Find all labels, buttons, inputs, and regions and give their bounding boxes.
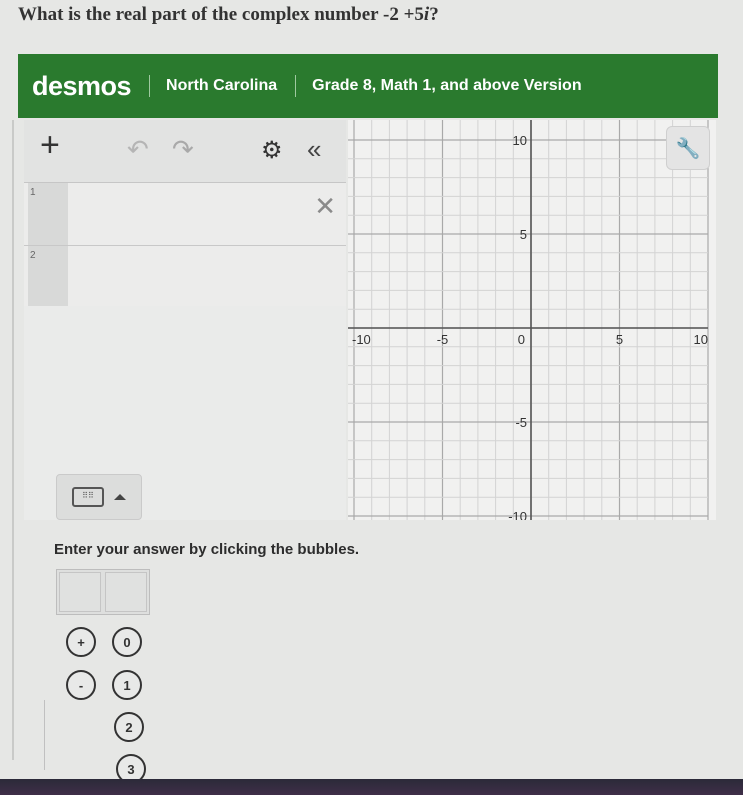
banner-separator — [295, 75, 297, 97]
expression-row[interactable]: 2 — [24, 246, 346, 306]
question-text: What is the real part of the complex num… — [18, 4, 439, 26]
question-suffix: ? — [429, 4, 439, 25]
gear-icon[interactable]: ⚙ — [261, 136, 283, 166]
wrench-icon[interactable]: 🔧 — [666, 126, 710, 170]
x-tick-label: 10 — [694, 332, 708, 347]
x-tick-label: -10 — [352, 332, 371, 347]
instruction-text: Enter your answer by clicking the bubble… — [54, 541, 360, 558]
graph-grid: -10 -5 0 5 10 10 5 -5 -10 — [348, 120, 709, 524]
plus-icon[interactable]: + — [40, 128, 60, 162]
banner-version: Grade 8, Math 1, and above Version — [312, 77, 582, 94]
left-divider-lower — [44, 700, 45, 770]
double-chevron-left-icon[interactable]: « — [307, 134, 321, 164]
y-tick-label: 5 — [520, 227, 527, 242]
expression-number: 2 — [30, 250, 36, 261]
left-divider — [12, 120, 14, 760]
graph-paper[interactable]: -10 -5 0 5 10 10 5 -5 -10 🔧 — [348, 120, 716, 524]
expression-number: 1 — [30, 187, 36, 198]
y-tick-label: -5 — [515, 415, 527, 430]
expression-row[interactable]: 1 ✕ — [24, 183, 346, 246]
bubble-digit-2[interactable]: 2 — [114, 712, 144, 742]
keyboard-toggle-button[interactable]: ⠿⠿ — [56, 474, 142, 520]
expression-toolbar: + ↶ ↷ ⚙ « — [24, 120, 346, 183]
x-tick-label: 0 — [518, 332, 525, 347]
answer-boxes — [56, 569, 150, 615]
x-tick-label: -5 — [437, 332, 449, 347]
y-tick-label: -10 — [508, 509, 527, 520]
x-tick-label: 5 — [616, 332, 623, 347]
desmos-logo: desmos — [32, 70, 132, 101]
question-prefix: What is the real part of the complex num… — [18, 4, 424, 25]
redo-icon[interactable]: ↷ — [172, 134, 194, 164]
banner-separator — [149, 75, 151, 97]
close-icon[interactable]: ✕ — [314, 191, 336, 222]
os-taskbar — [0, 779, 743, 795]
y-tick-label: 10 — [513, 133, 527, 148]
bubble-minus[interactable]: - — [66, 670, 96, 700]
bubble-digit-0[interactable]: 0 — [112, 627, 142, 657]
caret-up-icon — [114, 494, 126, 500]
keyboard-icon: ⠿⠿ — [72, 487, 104, 507]
banner-state: North Carolina — [166, 77, 278, 94]
expression-panel: + ↶ ↷ ⚙ « 1 ✕ 2 — [24, 120, 346, 520]
bubble-digit-1[interactable]: 1 — [112, 670, 142, 700]
answer-box-2[interactable] — [105, 572, 147, 612]
bubble-plus[interactable]: + — [66, 627, 96, 657]
undo-icon[interactable]: ↶ — [127, 134, 149, 164]
desmos-banner: desmos North Carolina Grade 8, Math 1, a… — [18, 54, 718, 118]
answer-box-1[interactable] — [59, 572, 101, 612]
